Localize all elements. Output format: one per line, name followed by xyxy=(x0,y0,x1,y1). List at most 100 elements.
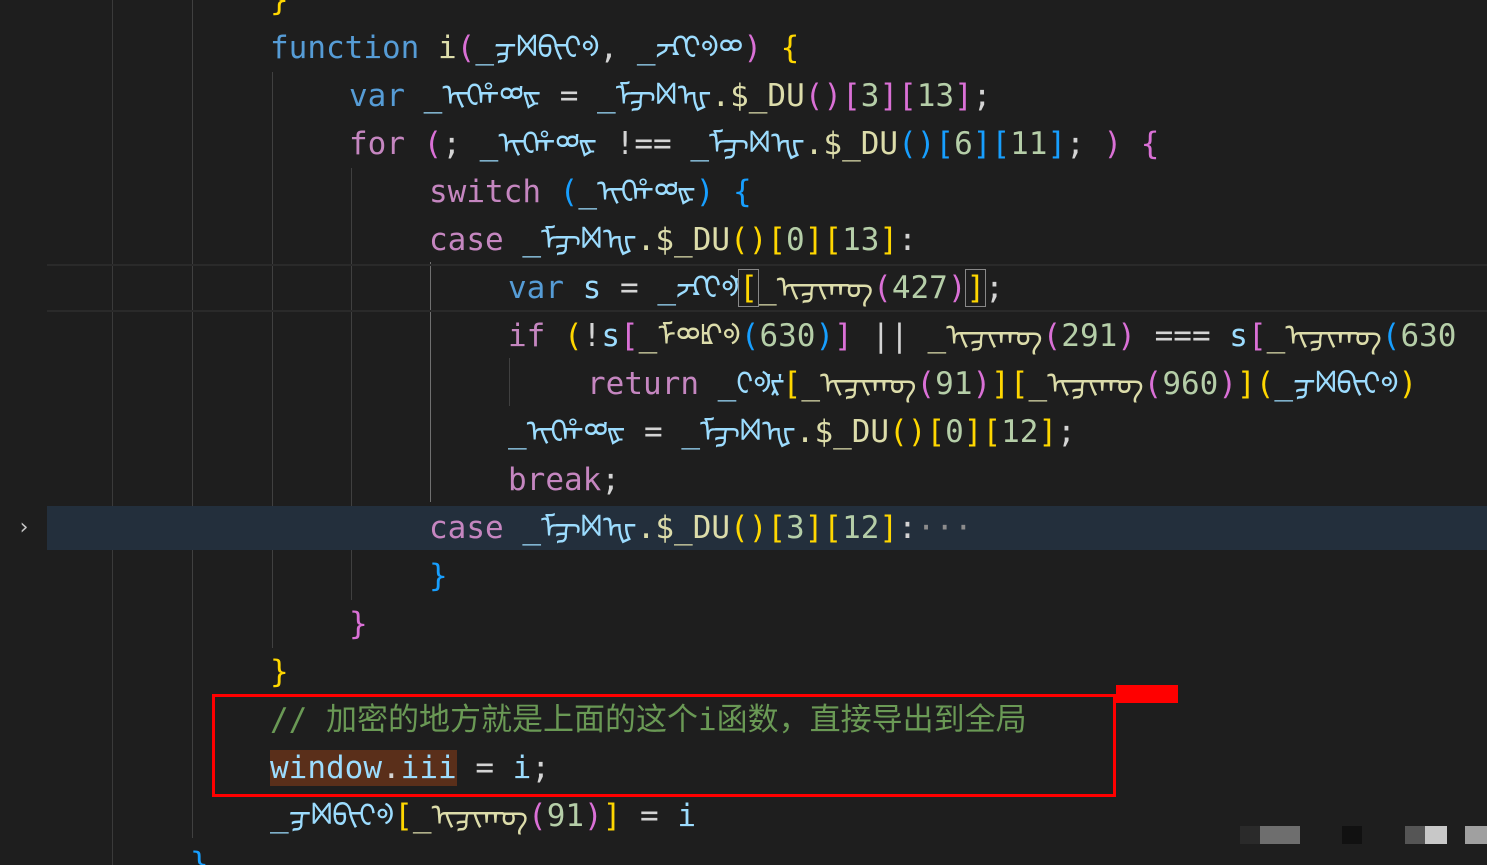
code-line-5[interactable]: case _ᡏᢖᢂᡙ.$_DU()[0][13]: xyxy=(429,216,917,264)
number: 13 xyxy=(842,222,880,258)
bracket: [ xyxy=(1247,318,1267,354)
paren: ) xyxy=(1398,366,1418,402)
bracket: ] xyxy=(1038,414,1058,450)
code-line-14[interactable]: } xyxy=(270,648,289,696)
paren: ( xyxy=(1143,366,1163,402)
paren: ) xyxy=(1218,366,1238,402)
var-name: _ᡞᢗᡥᢁᡃᢘ xyxy=(578,174,696,210)
number: 13 xyxy=(916,78,955,114)
bracket: [ xyxy=(767,222,787,258)
member: .$_DU xyxy=(636,222,731,258)
closing-brace: } xyxy=(270,654,289,690)
number: 427 xyxy=(891,270,948,306)
paren: ( xyxy=(528,798,547,834)
semicolon: ; xyxy=(601,462,620,498)
operator: = xyxy=(625,414,682,450)
colon: : xyxy=(898,222,917,258)
paren: ) xyxy=(947,270,967,306)
indent-guide-level-4 xyxy=(430,262,431,502)
semicolon: ; xyxy=(972,78,992,114)
var-s: s xyxy=(1229,318,1248,354)
paren: ( xyxy=(916,366,936,402)
paren: ( xyxy=(740,318,760,354)
bracket: [ xyxy=(982,414,1002,450)
code-line-18[interactable]: } xyxy=(190,840,209,865)
blurred-watermark xyxy=(1425,826,1447,844)
bracket: ] xyxy=(602,798,622,834)
param-ref: _ᢖᢂᡋᡳᢗᢀ xyxy=(1274,366,1399,402)
function-name: i xyxy=(437,30,457,66)
code-line-13[interactable]: } xyxy=(349,600,368,648)
function-call: _ᡞᢖᡞᡴᡋ xyxy=(412,798,529,834)
operator: = xyxy=(541,78,598,114)
keyword-var: var xyxy=(508,270,564,306)
comment-cutoff-mask xyxy=(1119,703,1487,745)
indent-guide-level-2 xyxy=(272,72,273,648)
code-line-8[interactable]: return _ᢗᢀᡃᡵᡃ[_ᡞᢖᡞᡴᡋ(91)][_ᡞᢖᡞᡴᡋ(960)](_… xyxy=(587,360,1417,408)
code-line-12[interactable]: } xyxy=(429,552,448,600)
code-line-6[interactable]: var s = _ᡔᡗᢗᢀᡃ[_ᡞᢖᡞᡴᡋ(427)]; xyxy=(508,264,1004,312)
function-call: _ᡞᢖᡞᡴᡋ xyxy=(757,270,874,306)
function-call: _ᡞᢖᡞᡴᡋ xyxy=(1028,366,1144,402)
paren: ) xyxy=(815,318,835,354)
keyword-switch: switch xyxy=(429,174,541,210)
open-brace: { xyxy=(1122,126,1160,162)
object: _ᡏᢖᢂᡙ xyxy=(503,222,637,258)
strict-equal-operator: === xyxy=(1135,318,1230,354)
function-call: _ᡞᢖᡞᡴᡋ xyxy=(801,366,917,402)
semicolon: ; xyxy=(985,270,1004,306)
keyword-var: var xyxy=(349,78,405,114)
operator: !== xyxy=(597,126,691,162)
closing-brace: } xyxy=(190,846,209,865)
bracket-match-close: ] xyxy=(965,269,987,307)
code-editor[interactable]: › } function i(_ᢖᢂᡋᡳᢗᢀ, _ᡔᡗᢗᢀᢁ) { var _ᡞ… xyxy=(0,0,1487,865)
paren: ( xyxy=(540,174,579,210)
colon: : xyxy=(898,510,917,546)
paren: ( xyxy=(456,30,476,66)
paren: ) xyxy=(1103,126,1123,162)
blurred-watermark xyxy=(1260,826,1300,844)
number: 11 xyxy=(1010,126,1048,162)
keyword-break: break xyxy=(508,462,602,498)
paren: ( xyxy=(405,126,443,162)
number: 630 xyxy=(759,318,816,354)
bracket: [ xyxy=(898,78,917,114)
bracket: [ xyxy=(823,510,843,546)
fold-chevron-icon[interactable]: › xyxy=(14,513,34,543)
number: 91 xyxy=(546,798,585,834)
code-line-11[interactable]: case _ᡏᢖᢂᡙ.$_DU()[3][12]:··· xyxy=(429,504,973,552)
bracket: ] xyxy=(991,366,1010,402)
call-parens: () xyxy=(889,414,927,450)
number: 6 xyxy=(954,126,973,162)
call-parens: () xyxy=(804,78,843,114)
semicolon: ; xyxy=(442,126,480,162)
number: 12 xyxy=(842,510,880,546)
folded-ellipsis[interactable]: ··· xyxy=(917,510,973,546)
bracket: ] xyxy=(954,78,973,114)
code-line-2[interactable]: var _ᡞᢗᡥᢁᡃᢘ = _ᡏᢖᢂᡙ.$_DU()[3][13]; xyxy=(349,72,991,120)
paren: ( xyxy=(1255,366,1275,402)
code-line-3[interactable]: for (; _ᡞᢗᡥᢁᡃᢘ !== _ᡏᢖᢂᡙ.$_DU()[6][11]; … xyxy=(349,120,1159,168)
code-line-1[interactable]: function i(_ᢖᢂᡋᡳᢗᢀ, _ᡔᡗᢗᢀᢁ) { xyxy=(270,24,799,72)
bracket: [ xyxy=(823,222,843,258)
keyword-for: for xyxy=(349,126,405,162)
member: .$_DU xyxy=(711,78,805,114)
code-line-7[interactable]: if (!s[_ᡏᢁᡌᢀ(630)] || _ᡞᢖᡞᡴᡋ(291) === s[… xyxy=(508,312,1456,360)
param-1: _ᢖᢂᡋᡳᢗᢀ xyxy=(475,30,600,66)
indent-guide-level-5 xyxy=(509,358,510,406)
number: 960 xyxy=(1162,366,1219,402)
function-call: _ᡏᢁᡌᢀ xyxy=(638,318,741,354)
object: _ᡔᡗᢗᢀᡃ xyxy=(657,270,740,306)
blurred-watermark xyxy=(1240,826,1260,844)
param-2: _ᡔᡗᢗᢀᢁ xyxy=(636,30,744,66)
code-line-0[interactable]: } xyxy=(270,0,289,24)
semicolon: ; xyxy=(1066,126,1104,162)
code-line-9[interactable]: _ᡞᢗᡥᢁᡃᢘ = _ᡏᢖᢂᡙ.$_DU()[0][12]; xyxy=(508,408,1076,456)
code-line-10[interactable]: break; xyxy=(508,456,620,504)
operator: = xyxy=(601,270,658,306)
var-name: _ᡞᢗᡥᢁᡃᢘ xyxy=(479,126,598,162)
code-line-17[interactable]: _ᢖᢂᡋᡳᢗᢀ[_ᡞᢖᡞᡴᡋ(91)] = i xyxy=(270,792,696,840)
code-line-4[interactable]: switch (_ᡞᢗᡥᢁᡃᢘ) { xyxy=(429,168,752,216)
member: .$_DU xyxy=(636,510,731,546)
keyword-function: function xyxy=(270,30,420,66)
